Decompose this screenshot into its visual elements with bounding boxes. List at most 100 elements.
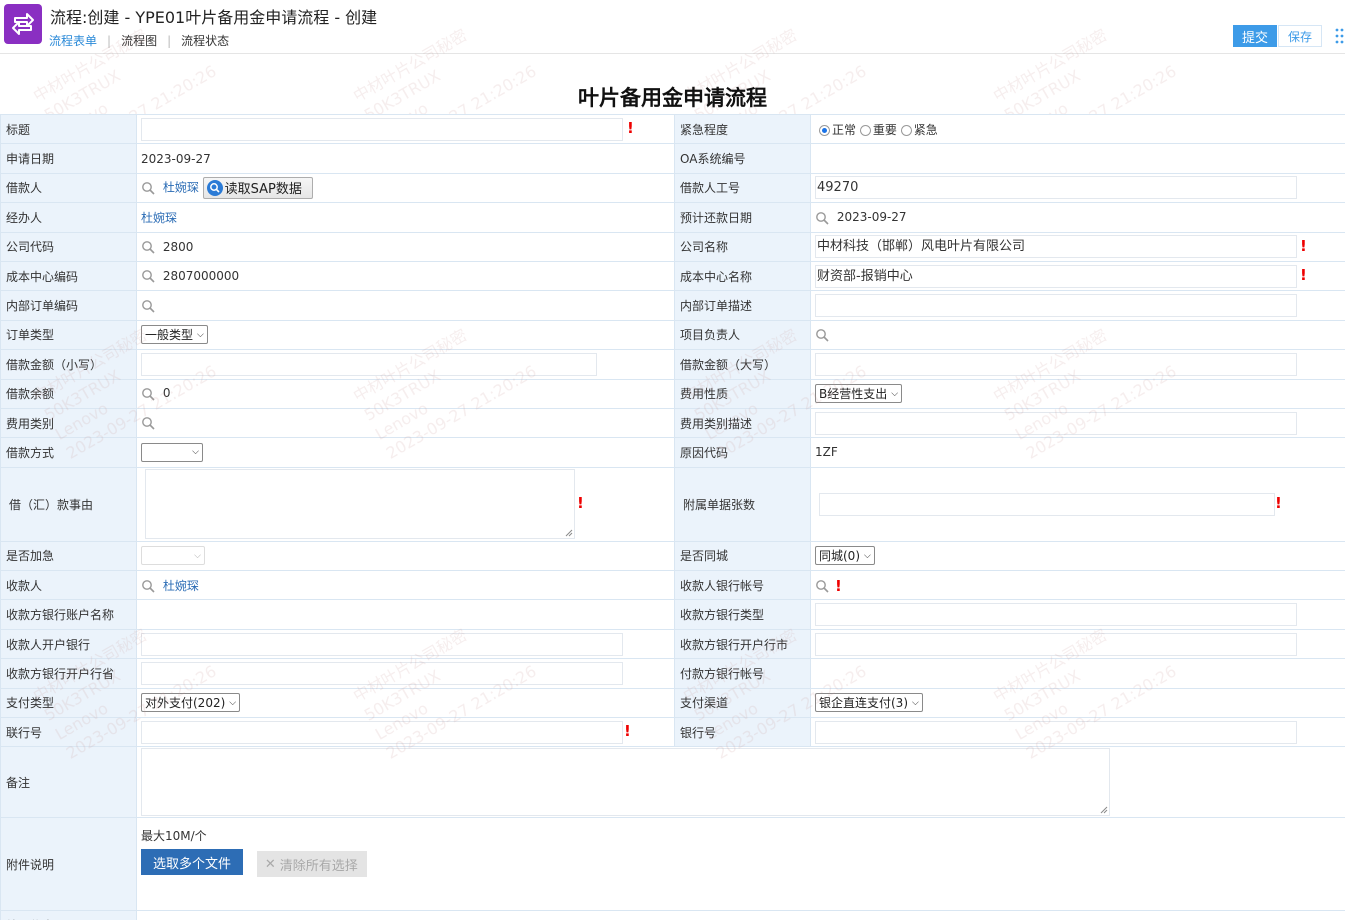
search-icon[interactable] (815, 579, 829, 593)
submit-button[interactable]: 提交 (1233, 25, 1277, 47)
internal-order-desc-input[interactable] (815, 294, 1297, 318)
urgency-radio-normal[interactable] (819, 124, 830, 136)
form-row: 是否加急 ⌵ 是否同城 同城(0) ⌵ (0, 540, 1345, 572)
apply-date-value: 2023-09-27 (141, 151, 211, 166)
search-icon[interactable] (141, 240, 155, 254)
close-icon: ✕ (264, 856, 276, 872)
bank-code-cell: ! (136, 717, 675, 748)
payment-type-select[interactable]: 对外支付(202) ⌵ (141, 693, 241, 713)
tab-separator: | (107, 33, 112, 48)
order-type-select[interactable]: 一般类型 ⌵ (141, 325, 208, 345)
payee-value[interactable]: 杜婉琛 (163, 579, 199, 593)
label-expense-category: 费用类别 (0, 407, 137, 439)
urgency-radio-urgent[interactable] (900, 124, 912, 136)
internal-order-desc-cell (810, 290, 1345, 321)
remark-textarea[interactable] (141, 748, 1110, 817)
form-row: 联行号 ! 银行号 (0, 717, 1345, 748)
form-row: 申请日期 2023-09-27 OA系统编号 (0, 143, 1345, 174)
label-attachment-count: 附属单据张数 (674, 466, 811, 542)
select-files-button[interactable]: 选取多个文件 (141, 849, 244, 876)
same-city-value: 同城(0) (819, 549, 860, 564)
resize-handle-icon[interactable] (565, 529, 573, 537)
company-code-cell: 2800 (136, 231, 675, 262)
search-icon[interactable] (141, 299, 155, 313)
form-row: 经办人 杜婉琛 预计还款日期 2023-09-27 (0, 202, 1345, 233)
payee-bank-province-input[interactable] (141, 661, 623, 685)
tab-flowchart[interactable]: 流程图 (121, 32, 157, 49)
clear-selection-button[interactable]: ✕ 清除所有选择 (256, 851, 367, 878)
urgency-radio-important[interactable] (859, 124, 871, 136)
same-city-cell: 同城(0) ⌵ (810, 540, 1345, 572)
label-payee: 收款人 (0, 570, 137, 601)
search-icon[interactable] (141, 269, 155, 283)
is-urgent-select[interactable]: ⌵ (141, 546, 205, 566)
search-icon[interactable] (815, 211, 829, 225)
payment-channel-cell: 银企直连支付(3) ⌵ (810, 687, 1345, 719)
handler-value[interactable]: 杜婉琛 (141, 211, 177, 225)
label-apply-date: 申请日期 (0, 143, 137, 174)
form-row: 备注 (0, 746, 1345, 819)
expense-category-desc-input[interactable] (815, 411, 1297, 435)
bank-no-input[interactable] (815, 720, 1297, 744)
reason-code-cell: 1ZF (810, 437, 1345, 468)
label-attachment-desc: 附件说明 (0, 817, 137, 912)
cost-center-name-cell: 财资部-报销中心 ! (810, 260, 1345, 292)
form-table: 标题 ! 紧急程度 正常 重要 紧急 申请日期 2023-09-27 OA系统编… (0, 113, 1345, 920)
required-mark: ! (577, 493, 584, 512)
label-bank-code: 联行号 (0, 717, 137, 748)
borrower-no-input[interactable]: 49270 (815, 176, 1297, 200)
label-company-code: 公司代码 (0, 231, 137, 262)
form-row: 收款人 杜婉琛 收款人银行帐号 ! (0, 570, 1345, 601)
search-icon[interactable] (141, 387, 155, 401)
bank-no-cell (810, 717, 1345, 748)
form-row: 处理信息 (0, 910, 1345, 920)
search-icon[interactable] (141, 181, 155, 195)
attachment-count-input[interactable] (819, 492, 1275, 516)
repay-date-cell: 2023-09-27 (810, 202, 1345, 233)
label-project-lead: 项目负责人 (674, 319, 811, 351)
search-icon[interactable] (815, 328, 829, 342)
attachment-limit-text: 最大10M/个 (141, 829, 207, 844)
form-row: 附件说明 最大10M/个 选取多个文件 ✕ 清除所有选择 (0, 817, 1345, 912)
same-city-select[interactable]: 同城(0) ⌵ (815, 546, 875, 566)
search-icon[interactable] (141, 416, 155, 430)
tab-status[interactable]: 流程状态 (181, 32, 229, 49)
payment-channel-select[interactable]: 银企直连支付(3) ⌵ (815, 693, 923, 713)
payment-type-value: 对外支付(202) (145, 696, 226, 711)
cost-center-name-input[interactable]: 财资部-报销中心 (815, 264, 1297, 288)
more-menu-icon[interactable] (1334, 27, 1344, 45)
loan-method-select[interactable]: ⌵ (141, 442, 203, 462)
read-sap-button[interactable]: 读取SAP数据 (202, 176, 313, 199)
payee-bank-type-input[interactable] (815, 603, 1297, 627)
save-button[interactable]: 保存 (1278, 25, 1322, 47)
bank-code-input[interactable] (141, 720, 623, 744)
resize-handle-icon[interactable] (1100, 806, 1108, 814)
form-row: 借款人 杜婉琛 读取SAP数据 借款人工号 49270 (0, 172, 1345, 204)
amount-small-input[interactable] (141, 352, 597, 376)
payee-bank-city-input[interactable] (815, 632, 1297, 656)
borrower-value[interactable]: 杜婉琛 (163, 180, 199, 194)
search-icon[interactable] (141, 579, 155, 593)
expense-nature-select[interactable]: B经营性支出 ⌵ (815, 384, 903, 404)
reason-textarea[interactable] (145, 469, 575, 540)
workflow-logo-icon (4, 4, 42, 44)
attachment-count-cell: ! (810, 466, 1345, 542)
title-input[interactable] (141, 117, 623, 141)
urgency-option-important: 重要 (872, 122, 897, 137)
amount-big-input[interactable] (815, 352, 1297, 376)
cost-center-code-cell: 2807000000 (136, 260, 675, 292)
form-row: 借款方式 ⌵ 原因代码 1ZF (0, 437, 1345, 468)
expense-category-desc-cell (810, 407, 1345, 439)
chevron-down-icon: ⌵ (864, 550, 871, 561)
payer-account-cell (810, 658, 1345, 689)
project-lead-cell (810, 319, 1345, 351)
company-name-input[interactable]: 中材科技（邯郸）风电叶片有限公司 (815, 235, 1297, 259)
payee-bank-input[interactable] (141, 632, 623, 656)
label-payee-bank-province: 收款方银行开户行省 (0, 658, 137, 689)
payee-account-cell: ! (810, 570, 1345, 601)
form-row: 成本中心编码 2807000000 成本中心名称 财资部-报销中心 ! (0, 260, 1345, 292)
label-borrower: 借款人 (0, 172, 137, 204)
required-mark: ! (624, 722, 631, 741)
label-expense-nature: 费用性质 (674, 378, 811, 409)
tab-form[interactable]: 流程表单 (49, 32, 97, 49)
